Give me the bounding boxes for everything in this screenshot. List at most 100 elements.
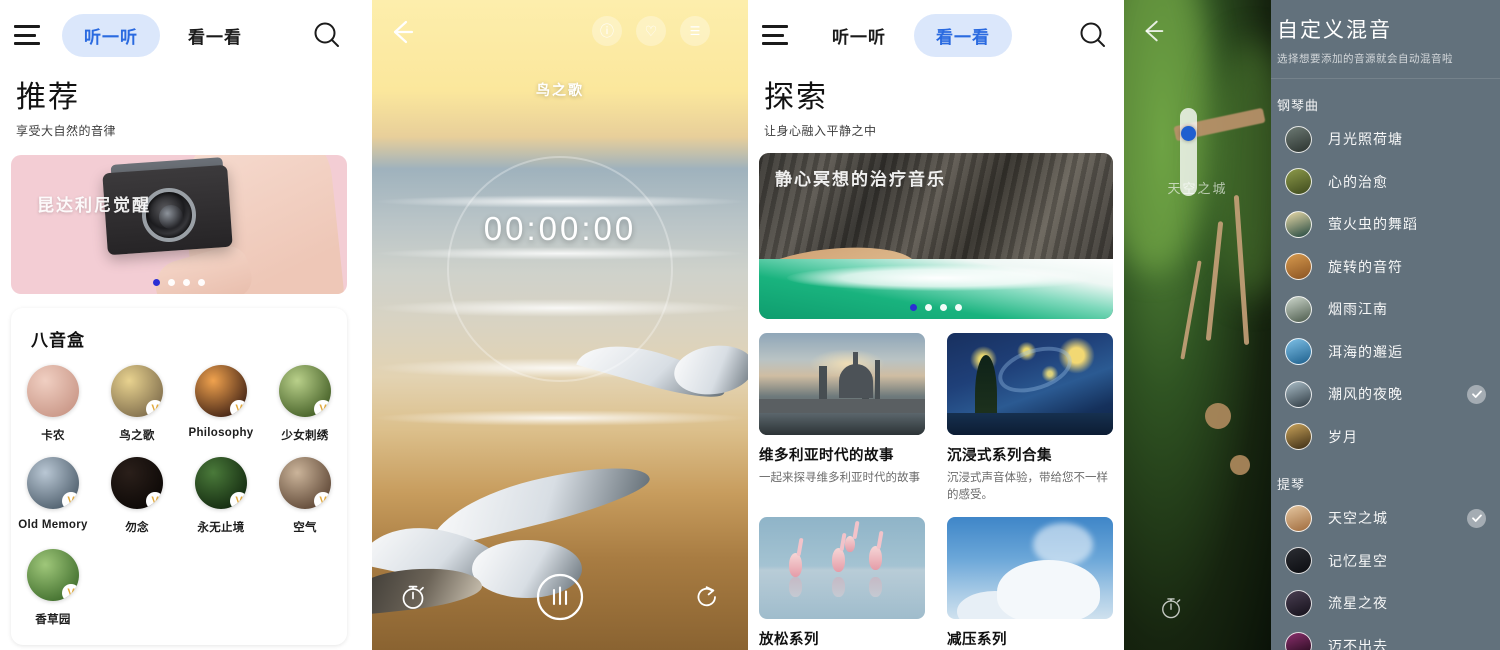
card-title: 沉浸式系列合集 [947, 448, 1052, 464]
hamburger-icon[interactable] [762, 25, 788, 45]
panel3-topbar: 听一听 看一看 [748, 0, 1124, 70]
mixer-source-avatar [1285, 547, 1312, 575]
carousel-dot[interactable] [910, 304, 917, 311]
selected-check-icon[interactable] [1467, 384, 1486, 404]
mixer-group-title: 提琴 [1277, 477, 1306, 492]
mixer-source-item[interactable]: 烟雨江南 [1271, 288, 1500, 331]
carousel-dot[interactable] [168, 279, 175, 286]
verified-badge-icon: V [230, 492, 247, 509]
loop-button[interactable] [692, 582, 722, 617]
mixer-background-image [1124, 0, 1271, 650]
music-box-item[interactable]: V 香草园 [11, 549, 95, 627]
mixer-source-item[interactable]: 心的治愈 [1271, 161, 1500, 204]
music-box-item[interactable]: V 少女刺绣 [263, 365, 347, 443]
mixer-source-item[interactable]: 天空之城 [1271, 497, 1500, 540]
carousel-dot[interactable] [198, 279, 205, 286]
music-box-avatar: V [27, 549, 79, 601]
panel-divider [358, 0, 372, 650]
mixer-source-item[interactable]: 潮风的夜晚 [1271, 373, 1500, 416]
sleep-timer-button[interactable] [1158, 595, 1184, 626]
mixer-source-item[interactable]: 洱海的邂逅 [1271, 331, 1500, 374]
mixer-header: 自定义混音 选择想要添加的音源就会自动混音啦 [1271, 0, 1500, 79]
tab-listen[interactable]: 听一听 [810, 14, 908, 57]
carousel-dot[interactable] [183, 279, 190, 286]
back-button[interactable] [386, 16, 418, 48]
carousel-dot[interactable] [955, 304, 962, 311]
carousel-dots[interactable] [759, 304, 1113, 311]
banner-carousel-explore[interactable]: 静心冥想的治疗音乐 [759, 153, 1113, 319]
card-thumbnail [759, 517, 925, 620]
carousel-dots[interactable] [11, 279, 347, 286]
mixer-source-label: 萤火虫的舞蹈 [1328, 216, 1418, 233]
panel-custom-mixer: 天空之城 自定义混音 选择想要添加的音源就会自动混音啦 钢琴曲 月光照荷塘 心的… [1124, 0, 1500, 650]
back-button[interactable] [1138, 16, 1168, 46]
search-icon[interactable] [310, 18, 344, 52]
back-arrow-icon [1145, 20, 1164, 42]
mixer-source-label: 洱海的邂逅 [1328, 343, 1403, 360]
music-box-avatar: V [195, 365, 247, 417]
mixer-preview: 天空之城 [1124, 0, 1271, 650]
music-box-item[interactable]: V Old Memory [11, 457, 95, 535]
selected-check-icon[interactable] [1467, 508, 1486, 528]
tab-listen[interactable]: 听一听 [62, 13, 160, 57]
music-box-avatar: V [27, 457, 79, 509]
search-icon[interactable] [1076, 18, 1110, 52]
preview-caption: 天空之城 [1167, 181, 1228, 196]
explore-card[interactable]: 维多利亚时代的故事 一起来探寻维多利亚时代的故事 [759, 333, 925, 503]
mixer-source-label: 流星之夜 [1328, 595, 1388, 612]
mixer-source-avatar [1285, 125, 1312, 153]
mixer-source-item[interactable]: 岁月 [1271, 416, 1500, 459]
carousel-dot[interactable] [153, 279, 160, 286]
music-box-item[interactable]: V Philosophy [179, 365, 263, 443]
music-box-item[interactable]: 卡农 [11, 365, 95, 443]
mixer-source-label: 烟雨江南 [1328, 301, 1388, 318]
favorite-button[interactable]: ♡ [636, 16, 666, 46]
mixer-source-avatar [1285, 253, 1312, 281]
music-box-item[interactable]: V 永无止境 [179, 457, 263, 535]
explore-card[interactable]: 减压系列 [947, 517, 1113, 650]
banner-label: 静心冥想的治疗音乐 [775, 170, 946, 189]
music-box-item-label: 空气 [293, 522, 317, 534]
mixer-source-avatar [1285, 380, 1312, 408]
panel1-tabs: 听一听 看一看 [62, 13, 264, 57]
mixer-source-item[interactable]: 记忆星空 [1271, 540, 1500, 583]
tab-watch[interactable]: 看一看 [914, 13, 1012, 57]
music-box-item-label: 少女刺绣 [281, 430, 329, 442]
verified-badge-icon: V [146, 492, 163, 509]
music-box-item-label: 永无止境 [197, 522, 245, 534]
mixer-source-item[interactable]: 流星之夜 [1271, 582, 1500, 625]
progress-ring [447, 156, 673, 382]
search-glyph [1080, 22, 1105, 47]
section-title: 八音盒 [31, 331, 85, 350]
playlist-button[interactable]: ☰ [680, 16, 710, 46]
mixer-source-label: 岁月 [1328, 428, 1358, 445]
verified-badge-icon: V [62, 492, 79, 509]
sleep-timer-button[interactable] [398, 582, 428, 617]
mixer-groups: 钢琴曲月光照荷塘 心的治愈萤火虫的舞蹈旋转的音符烟雨江南洱海的邂逅潮风的夜晚岁月提… [1271, 79, 1500, 650]
screenshot-root: 听一听 看一看 推荐 享受大自然的音律 昆达利尼觉醒 八音盒 卡农 V 鸟之歌 … [0, 0, 1500, 650]
play-pause-button[interactable] [536, 573, 584, 626]
carousel-dot[interactable] [940, 304, 947, 311]
explore-card[interactable]: 放松系列 [759, 517, 925, 650]
music-box-item[interactable]: V 勿念 [95, 457, 179, 535]
slider-thumb[interactable] [1181, 126, 1196, 141]
player-controls [372, 573, 748, 626]
tab-watch[interactable]: 看一看 [166, 14, 264, 57]
mixer-source-item[interactable]: 旋转的音符 [1271, 246, 1500, 289]
mixer-source-item[interactable]: 月光照荷塘 [1271, 118, 1500, 161]
mixer-source-item[interactable]: 迈不出去 [1271, 625, 1500, 650]
music-box-item[interactable]: V 空气 [263, 457, 347, 535]
carousel-dot[interactable] [925, 304, 932, 311]
page-title: 探索 [764, 81, 828, 114]
search-glyph [314, 22, 339, 47]
music-box-item[interactable]: V 鸟之歌 [95, 365, 179, 443]
hamburger-icon[interactable] [14, 25, 40, 45]
heart-icon: ♡ [644, 22, 658, 39]
banner-carousel-recommend[interactable]: 昆达利尼觉醒 [11, 155, 347, 294]
explore-card[interactable]: 沉浸式系列合集 沉浸式声音体验，带给您不一样的感受。 [947, 333, 1113, 503]
verified-badge-icon: V [62, 584, 79, 601]
mixer-source-item[interactable]: 萤火虫的舞蹈 [1271, 203, 1500, 246]
info-button[interactable]: ⓘ [592, 16, 622, 46]
verified-badge-icon: V [314, 492, 331, 509]
mixer-group-title: 钢琴曲 [1277, 98, 1320, 113]
